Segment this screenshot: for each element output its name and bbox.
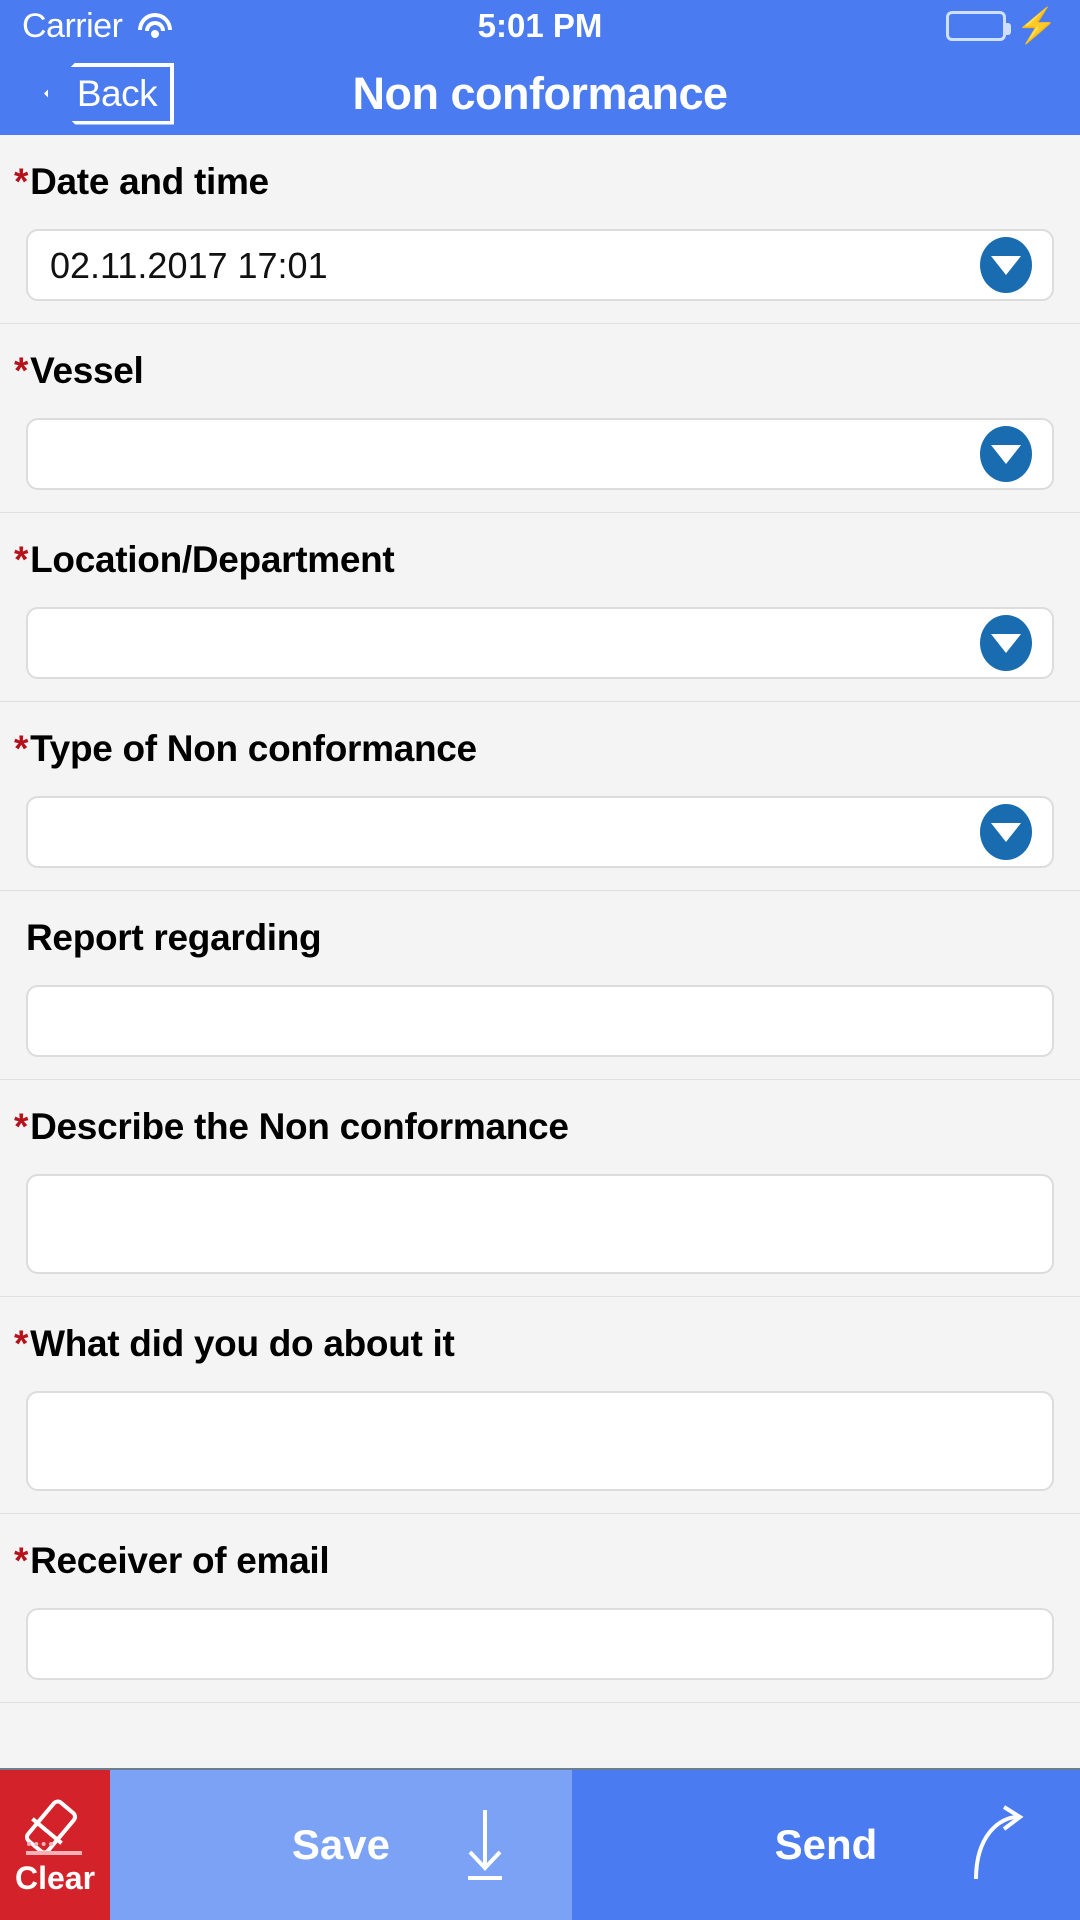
location-department-input[interactable] xyxy=(26,607,1054,679)
describe-the-non-conformance-input[interactable] xyxy=(26,1174,1054,1274)
chevron-down-icon xyxy=(991,255,1021,275)
bottom-toolbar: Clear Save Send xyxy=(0,1768,1080,1920)
date-and-time-value: 02.11.2017 17:01 xyxy=(50,245,328,286)
download-arrow-icon xyxy=(467,1810,502,1880)
location-department-dropdown-button[interactable] xyxy=(980,615,1032,671)
chevron-down-icon xyxy=(991,633,1021,653)
date-and-time-dropdown-button[interactable] xyxy=(980,237,1032,293)
field-label-describe-the-non-conformance: * Describe the Non conformance xyxy=(0,1080,1080,1148)
field-label-text: Describe the Non conformance xyxy=(30,1106,569,1147)
status-bar: Carrier 5:01 PM ⚡ xyxy=(0,0,1080,52)
field-label-receiver-of-email: * Receiver of email xyxy=(0,1514,1080,1582)
field-group-vessel: * Vessel xyxy=(0,324,1080,513)
what-did-you-do-about-it-input[interactable] xyxy=(26,1391,1054,1491)
field-label-text: Location/Department xyxy=(30,539,395,580)
carrier-group: Carrier xyxy=(22,7,174,46)
field-label-location-department: * Location/Department xyxy=(0,513,1080,581)
report-regarding-input[interactable] xyxy=(26,985,1054,1057)
input-wrap-describe-the-non-conformance xyxy=(26,1174,1054,1274)
input-wrap-type-of-non-conformance xyxy=(26,796,1054,868)
required-marker: * xyxy=(14,539,29,580)
form-scroll-container[interactable]: * Date and time 02.11.2017 17:01 * Vesse… xyxy=(0,135,1080,1920)
navigation-bar: Back Non conformance xyxy=(0,52,1080,135)
field-label-text: What did you do about it xyxy=(30,1323,455,1364)
vessel-input[interactable] xyxy=(26,418,1054,490)
eraser-icon xyxy=(22,1794,86,1857)
input-wrap-date-and-time: 02.11.2017 17:01 xyxy=(26,229,1054,301)
type-of-non-conformance-dropdown-button[interactable] xyxy=(980,804,1032,860)
back-button[interactable]: Back xyxy=(44,62,174,125)
input-wrap-what-did-you-do-about-it xyxy=(26,1391,1054,1491)
lightning-bolt-icon: ⚡ xyxy=(1015,7,1058,45)
input-wrap-receiver-of-email xyxy=(26,1608,1054,1680)
back-button-label: Back xyxy=(76,72,158,114)
field-group-date-and-time: * Date and time 02.11.2017 17:01 xyxy=(0,135,1080,324)
field-label-date-and-time: * Date and time xyxy=(0,135,1080,203)
clear-button[interactable]: Clear xyxy=(0,1770,110,1920)
save-button-label: Save xyxy=(291,1821,390,1868)
field-label-report-regarding: Report regarding xyxy=(0,891,1080,959)
field-label-text: Type of Non conformance xyxy=(30,728,477,769)
status-time: 5:01 PM xyxy=(477,7,603,44)
battery-icon xyxy=(945,11,1011,41)
send-button-label: Send xyxy=(774,1821,878,1868)
save-button[interactable]: Save xyxy=(110,1770,572,1920)
field-label-text: Date and time xyxy=(30,161,269,202)
input-wrap-report-regarding xyxy=(26,985,1054,1057)
required-marker: * xyxy=(14,1106,29,1147)
clear-button-label: Clear xyxy=(14,1859,96,1896)
field-group-describe-the-non-conformance: * Describe the Non conformance xyxy=(0,1080,1080,1297)
receiver-of-email-input[interactable] xyxy=(26,1608,1054,1680)
date-and-time-input[interactable]: 02.11.2017 17:01 xyxy=(26,229,1054,301)
field-group-report-regarding: Report regarding xyxy=(0,891,1080,1080)
required-marker: * xyxy=(14,728,29,769)
chevron-down-icon xyxy=(991,822,1021,842)
page-title: Non conformance xyxy=(352,67,728,119)
required-marker: * xyxy=(14,350,29,391)
carrier-label: Carrier xyxy=(22,6,123,45)
field-label-vessel: * Vessel xyxy=(0,324,1080,392)
input-wrap-location-department xyxy=(26,607,1054,679)
field-label-text: Vessel xyxy=(30,350,144,391)
wifi-icon xyxy=(136,12,174,40)
field-group-type-of-non-conformance: * Type of Non conformance xyxy=(0,702,1080,891)
field-group-receiver-of-email: * Receiver of email xyxy=(0,1514,1080,1703)
chevron-down-icon xyxy=(991,444,1021,464)
required-marker: * xyxy=(14,1540,29,1581)
field-group-what-did-you-do-about-it: * What did you do about it xyxy=(0,1297,1080,1514)
type-of-non-conformance-input[interactable] xyxy=(26,796,1054,868)
vessel-dropdown-button[interactable] xyxy=(980,426,1032,482)
field-label-text: Report regarding xyxy=(26,917,322,958)
required-marker: * xyxy=(14,161,29,202)
input-wrap-vessel xyxy=(26,418,1054,490)
field-label-text: Receiver of email xyxy=(30,1540,330,1581)
required-marker: * xyxy=(14,1323,29,1364)
send-button[interactable]: Send xyxy=(571,1770,1080,1920)
curved-arrow-icon xyxy=(974,1805,1024,1880)
field-group-location-department: * Location/Department xyxy=(0,513,1080,702)
field-label-type-of-non-conformance: * Type of Non conformance xyxy=(0,702,1080,770)
field-label-what-did-you-do-about-it: * What did you do about it xyxy=(0,1297,1080,1365)
status-right-group: ⚡ xyxy=(945,7,1058,45)
